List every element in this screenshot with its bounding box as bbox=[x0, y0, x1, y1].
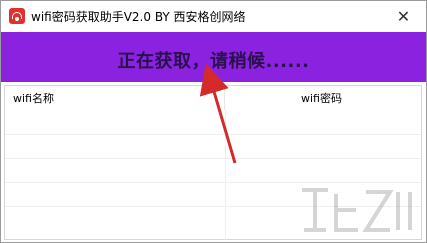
row-separator bbox=[5, 182, 421, 183]
column-divider bbox=[225, 110, 226, 240]
status-text: 正在获取，请稍候...... bbox=[117, 51, 310, 72]
row-separator bbox=[5, 134, 421, 135]
close-button[interactable]: ✕ bbox=[381, 1, 426, 31]
row-separator bbox=[5, 158, 421, 159]
column-header-wifi-password[interactable]: wifi密码 bbox=[225, 86, 421, 110]
site-watermark-logo bbox=[302, 188, 412, 232]
status-banner: 正在获取，请稍候...... bbox=[1, 32, 426, 82]
app-window: wifi密码获取助手V2.0 BY 西安格创网络 ✕ 正在获取，请稍候.....… bbox=[0, 0, 427, 243]
window-title: wifi密码获取助手V2.0 BY 西安格创网络 bbox=[31, 10, 246, 24]
column-header-wifi-name[interactable]: wifi名称 bbox=[5, 86, 225, 110]
wifi-app-icon bbox=[9, 8, 25, 24]
title-bar[interactable]: wifi密码获取助手V2.0 BY 西安格创网络 ✕ bbox=[1, 1, 426, 31]
